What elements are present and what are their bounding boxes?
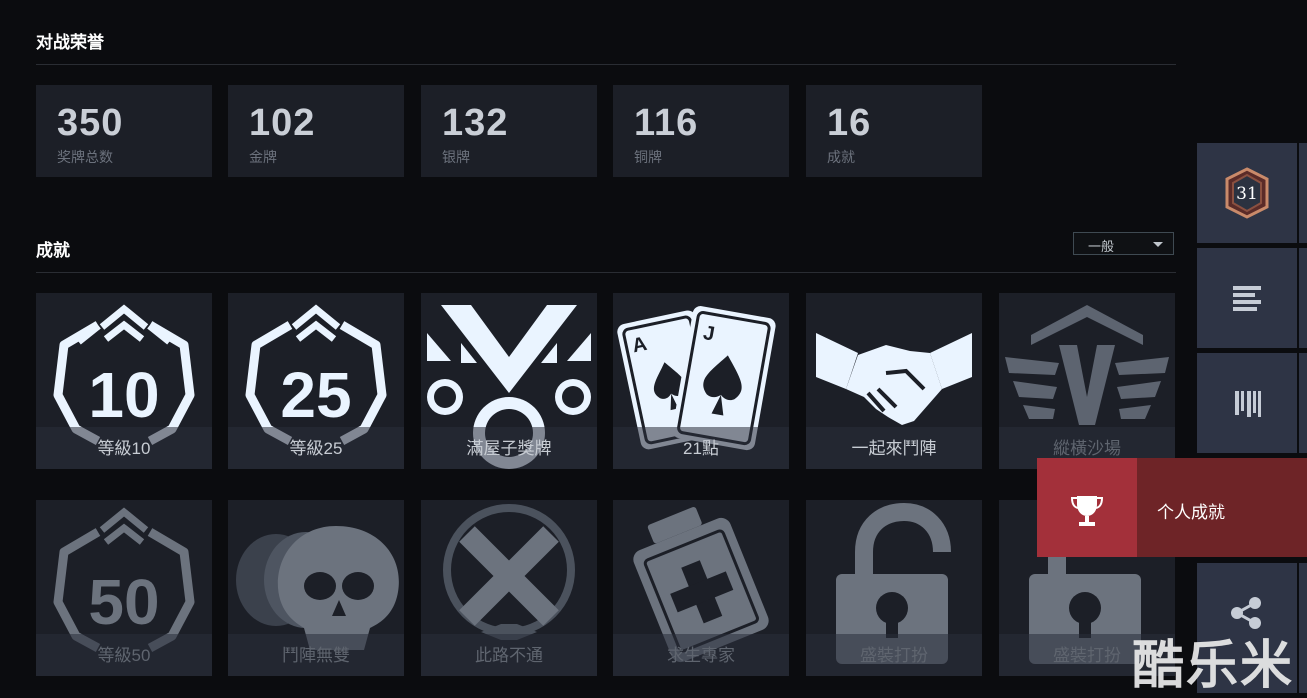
honors-title: 对战荣誉 xyxy=(36,33,104,52)
sidebar-barcode-button[interactable] xyxy=(1197,353,1297,453)
stat-card-total-medals: 350 奖牌总数 xyxy=(36,85,212,177)
sidebar-list-button[interactable] xyxy=(1197,248,1297,348)
svg-text:25: 25 xyxy=(280,359,351,431)
achievement-tile[interactable]: 盛裝打扮 xyxy=(806,500,982,676)
achievement-name: 此路不通 xyxy=(475,646,543,665)
achievement-name: 等級10 xyxy=(97,439,151,458)
achievement-name: 求生專家 xyxy=(667,646,735,665)
svg-text:10: 10 xyxy=(88,359,159,431)
achievement-name: 縱橫沙場 xyxy=(1053,439,1121,458)
achievements-divider xyxy=(36,272,1176,273)
achievement-name: 21點 xyxy=(683,439,719,458)
stat-label: 金牌 xyxy=(249,149,277,165)
stat-value: 116 xyxy=(634,102,699,144)
achievement-tile[interactable]: 鬥陣無雙 xyxy=(228,500,404,676)
watermark-logo: 酷乐米 xyxy=(1132,636,1295,696)
chevron-down-icon xyxy=(1153,242,1163,247)
level-badge-icon: 31 xyxy=(1225,167,1269,219)
achievement-tile[interactable]: A J 21點 xyxy=(613,293,789,469)
barcode-icon xyxy=(1235,391,1261,417)
dropdown-value: 一般 xyxy=(1088,239,1115,254)
stat-label: 奖牌总数 xyxy=(57,149,113,165)
achievement-tile[interactable]: 此路不通 xyxy=(421,500,597,676)
stat-value: 132 xyxy=(442,102,509,144)
achievement-name: 鬥陣無雙 xyxy=(282,646,350,665)
sidebar-level-button[interactable]: 31 xyxy=(1197,143,1297,243)
stat-value: 350 xyxy=(57,102,124,144)
stat-label: 银牌 xyxy=(442,149,470,165)
honors-divider xyxy=(36,64,1176,65)
achievement-tile[interactable]: 25 等級25 xyxy=(228,293,404,469)
achievement-tile[interactable]: 滿屋子獎牌 xyxy=(421,293,597,469)
stat-card-gold: 102 金牌 xyxy=(228,85,404,177)
stat-label: 铜牌 xyxy=(634,149,662,165)
stat-card-bronze: 116 铜牌 xyxy=(613,85,789,177)
stat-value: 102 xyxy=(249,102,316,144)
achievement-name: 等級50 xyxy=(97,646,151,665)
achievement-tile[interactable]: 縱橫沙場 xyxy=(999,293,1175,469)
stat-card-achievements: 16 成就 xyxy=(806,85,982,177)
stat-label: 成就 xyxy=(827,149,855,165)
svg-text:50: 50 xyxy=(88,566,159,638)
achievement-name: 一起來鬥陣 xyxy=(851,439,937,458)
achievement-tile[interactable]: 求生專家 xyxy=(613,500,789,676)
achievement-filter-dropdown[interactable]: 一般 xyxy=(1073,232,1174,255)
personal-achievements-popup[interactable]: 个人成就 xyxy=(1037,458,1307,557)
popup-label: 个人成就 xyxy=(1157,503,1225,522)
achievement-name: 盛裝打扮 xyxy=(860,646,928,665)
achievement-tile[interactable]: 10 等級10 xyxy=(36,293,212,469)
achievement-tile[interactable]: 50 等級50 xyxy=(36,500,212,676)
list-icon xyxy=(1233,286,1261,311)
achievements-title: 成就 xyxy=(36,241,70,260)
stat-value: 16 xyxy=(827,102,872,144)
trophy-icon xyxy=(1070,496,1104,526)
achievement-name: 等級25 xyxy=(289,439,343,458)
stat-card-silver: 132 银牌 xyxy=(421,85,597,177)
achievement-name: 滿屋子獎牌 xyxy=(466,439,552,458)
level-number: 31 xyxy=(1236,184,1258,204)
achievement-tile[interactable]: 一起來鬥陣 xyxy=(806,293,982,469)
